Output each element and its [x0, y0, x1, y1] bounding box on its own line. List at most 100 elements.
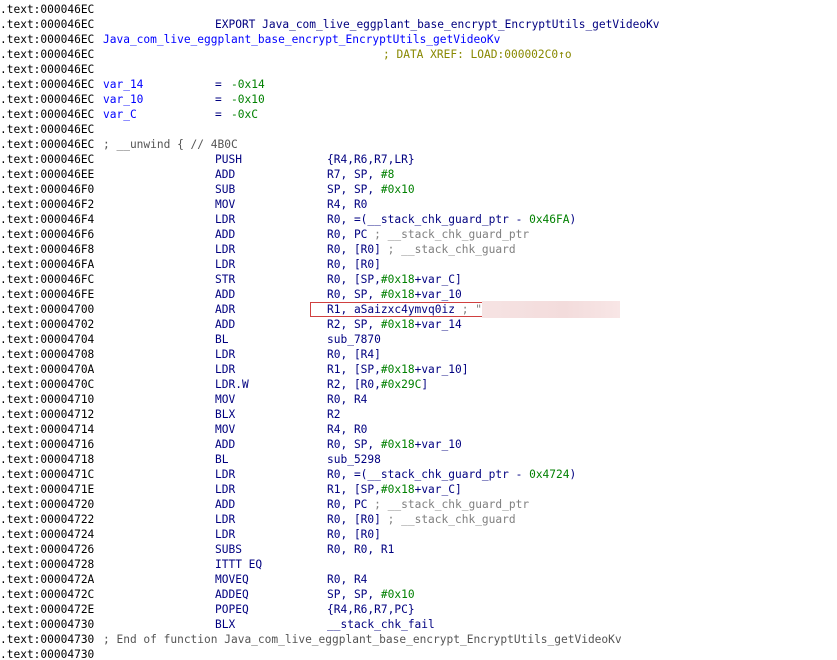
operands[interactable]: SP, SP, #0x10	[327, 182, 415, 197]
listing-line[interactable]: .text:000046F2 MOV R4, R0	[0, 197, 837, 212]
address[interactable]: .text:0000470C	[0, 377, 94, 392]
address[interactable]: .text:000046EC	[0, 17, 94, 32]
operand-text[interactable]: R0, =(__stack_chk_guard_ptr - 0x46FA)	[327, 213, 576, 226]
address[interactable]: .text:00004704	[0, 332, 94, 347]
address[interactable]: .text:00004724	[0, 527, 94, 542]
listing-line[interactable]: .text:000046EC	[0, 2, 837, 17]
address[interactable]: .text:00004730	[0, 617, 94, 632]
address[interactable]: .text:00004708	[0, 347, 94, 362]
mnemonic[interactable]: ADD	[215, 167, 235, 182]
address[interactable]: .text:00004702	[0, 317, 94, 332]
operands[interactable]: __stack_chk_fail	[327, 617, 435, 632]
address[interactable]: .text:0000470A	[0, 362, 94, 377]
operands[interactable]: R0, =(__stack_chk_guard_ptr - 0x4724)	[327, 467, 576, 482]
address[interactable]: .text:0000472C	[0, 587, 94, 602]
mnemonic[interactable]: BL	[215, 452, 228, 467]
mnemonic[interactable]: ADD	[215, 437, 235, 452]
operands[interactable]: R0, [R4]	[327, 347, 381, 362]
listing-line[interactable]: .text:00004712 BLX R2	[0, 407, 837, 422]
operand-text[interactable]: SP, SP, #0x10	[327, 588, 415, 601]
operand-text[interactable]: sub_5298	[327, 453, 381, 466]
operands[interactable]: R4, R0	[327, 197, 367, 212]
address[interactable]: .text:00004710	[0, 392, 94, 407]
listing-line[interactable]: .text:00004718 BL sub_5298	[0, 452, 837, 467]
address[interactable]: .text:00004722	[0, 512, 94, 527]
operand-text[interactable]: R0, R4	[327, 573, 367, 586]
address[interactable]: .text:0000472E	[0, 602, 94, 617]
mnemonic[interactable]: PUSH	[215, 152, 242, 167]
listing-line[interactable]: .text:000046EE ADD R7, SP, #8	[0, 167, 837, 182]
listing-line[interactable]: .text:000046F4 LDR R0, =(__stack_chk_guard…	[0, 212, 837, 227]
address[interactable]: .text:0000471E	[0, 482, 94, 497]
operand-text[interactable]: {R4,R6,R7,PC}	[327, 603, 415, 616]
address[interactable]: .text:000046F6	[0, 227, 94, 242]
address[interactable]: .text:00004730	[0, 647, 94, 660]
operand-text[interactable]: R0, [R0]	[327, 513, 381, 526]
operands[interactable]: R0, PC ; __stack_chk_guard_ptr	[327, 227, 529, 242]
operands[interactable]: R1, [SP,#0x18+var_C]	[327, 482, 462, 497]
mnemonic[interactable]: BL	[215, 332, 228, 347]
listing-line[interactable]: .text:0000471E LDR R1, [SP,#0x18+var_C]	[0, 482, 837, 497]
listing-line[interactable]: .text:00004728 ITTT EQ	[0, 557, 837, 572]
operand-text[interactable]: R0, SP, #0x18+var_10	[327, 438, 462, 451]
operand-text[interactable]: R1, [SP,#0x18+var_C]	[327, 483, 462, 496]
listing-line[interactable]: .text:000046EC var_14 = -0x14	[0, 77, 837, 92]
listing-line[interactable]: .text:000046F8 LDR R0, [R0] ; __stack_chk_…	[0, 242, 837, 257]
listing-line[interactable]: .text:0000470A LDR R1, [SP,#0x18+var_10]	[0, 362, 837, 377]
address[interactable]: .text:00004730	[0, 632, 94, 647]
operands[interactable]: R2, SP, #0x18+var_14	[327, 317, 462, 332]
address[interactable]: .text:000046EE	[0, 167, 94, 182]
listing-line[interactable]: .text:0000472E POPEQ {R4,R6,R7,PC}	[0, 602, 837, 617]
listing-line[interactable]: .text:00004730	[0, 647, 837, 660]
mnemonic[interactable]: LDR	[215, 512, 235, 527]
listing-line[interactable]: .text:00004708 LDR R0, [R4]	[0, 347, 837, 362]
operands[interactable]: {R4,R6,R7,LR}	[327, 152, 415, 167]
operands[interactable]: sub_5298	[327, 452, 381, 467]
mnemonic[interactable]: LDR	[215, 242, 235, 257]
listing-line[interactable]: .text:00004726 SUBS R0, R0, R1	[0, 542, 837, 557]
address[interactable]: .text:00004714	[0, 422, 94, 437]
operand-text[interactable]: R0, =(__stack_chk_guard_ptr - 0x4724)	[327, 468, 576, 481]
listing-line[interactable]: .text:000046EC EXPORT Java_com_live_eggpl…	[0, 17, 837, 32]
mnemonic[interactable]: LDR	[215, 527, 235, 542]
address[interactable]: .text:000046EC	[0, 92, 94, 107]
address[interactable]: .text:000046EC	[0, 152, 94, 167]
listing-line[interactable]: .text:000046EC var_10 = -0x10	[0, 92, 837, 107]
listing-line[interactable]: .text:00004730 ; End of function Java_com…	[0, 632, 837, 647]
mnemonic[interactable]: MOVEQ	[215, 572, 249, 587]
operand-text[interactable]: __stack_chk_fail	[327, 618, 435, 631]
disassembly-listing[interactable]: .text:000046EC .text:000046EC EXPORT Java_…	[0, 2, 837, 660]
address[interactable]: .text:00004726	[0, 542, 94, 557]
operands[interactable]: R0, [R0] ; __stack_chk_guard	[327, 242, 516, 257]
operands[interactable]: R2	[327, 407, 340, 422]
mnemonic[interactable]: SUBS	[215, 542, 242, 557]
operand-text[interactable]: R0, R4	[327, 393, 367, 406]
address[interactable]: .text:000046F0	[0, 182, 94, 197]
mnemonic[interactable]: LDR	[215, 467, 235, 482]
listing-line[interactable]: .text:000046EC	[0, 62, 837, 77]
operand-text[interactable]: R0, PC	[327, 498, 367, 511]
address[interactable]: .text:0000472A	[0, 572, 94, 587]
mnemonic[interactable]: POPEQ	[215, 602, 249, 617]
address[interactable]: .text:000046EC	[0, 2, 94, 17]
address[interactable]: .text:000046F2	[0, 197, 94, 212]
operands[interactable]: R0, PC ; __stack_chk_guard_ptr	[327, 497, 529, 512]
operand-text[interactable]: R4, R0	[327, 423, 367, 436]
listing-line[interactable]: .text:0000471C LDR R0, =(__stack_chk_guard…	[0, 467, 837, 482]
listing-line[interactable]: .text:00004704 BL sub_7870	[0, 332, 837, 347]
mnemonic[interactable]: MOV	[215, 197, 235, 212]
operand-text[interactable]: R0, [R0]	[327, 243, 381, 256]
address[interactable]: .text:00004728	[0, 557, 94, 572]
mnemonic[interactable]: ADD	[215, 287, 235, 302]
operands[interactable]: R2, [R0,#0x29C]	[327, 377, 428, 392]
mnemonic[interactable]: ADDEQ	[215, 587, 249, 602]
operand-text[interactable]: R0, PC	[327, 228, 367, 241]
mnemonic[interactable]: LDR	[215, 482, 235, 497]
mnemonic[interactable]: LDR.W	[215, 377, 249, 392]
operands[interactable]: R0, SP, #0x18+var_10	[327, 287, 462, 302]
listing-line[interactable]: .text:00004716 ADD R0, SP, #0x18+var_10	[0, 437, 837, 452]
listing-line[interactable]: .text:000046EC Java_com_live_eggplant_bas…	[0, 32, 837, 47]
listing-line[interactable]: .text:000046FC STR R0, [SP,#0x18+var_C]	[0, 272, 837, 287]
operand-text[interactable]: R0, [R0]	[327, 258, 381, 271]
operands[interactable]: SP, SP, #0x10	[327, 587, 415, 602]
